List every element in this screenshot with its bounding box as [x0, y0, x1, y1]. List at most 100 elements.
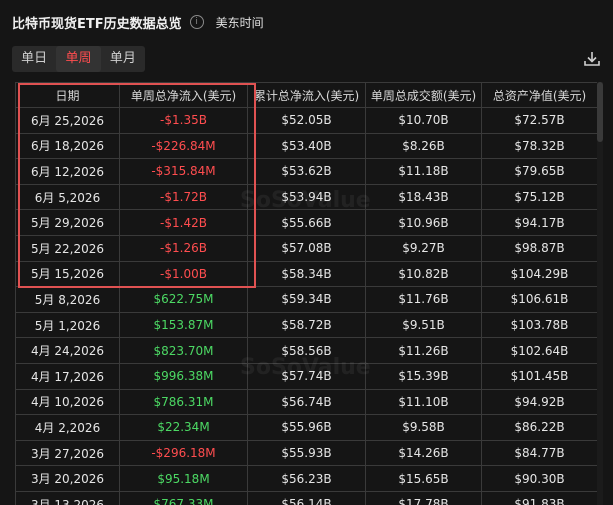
table-row[interactable]: 5月 29,2026 -$1.42B $55.66B $10.96B $94.17B [15, 209, 597, 236]
cell-net-assets: $103.78B [481, 311, 597, 339]
cell-cumulative-net-inflow: $53.40B [247, 132, 366, 160]
cell-cumulative-net-inflow: $56.14B [247, 490, 366, 505]
cell-weekly-volume: $15.39B [365, 362, 482, 390]
download-icon[interactable] [583, 50, 601, 68]
period-tabs: 单日 单周 单月 [12, 46, 145, 72]
cell-weekly-net-inflow: -$1.42B [119, 209, 248, 236]
cell-net-assets: $102.64B [481, 337, 597, 364]
table-row[interactable]: 4月 10,2026 $786.31M $56.74B $11.10B $94.92B [15, 388, 597, 416]
cell-date: 4月 17,2026 [15, 362, 120, 390]
cell-weekly-net-inflow: $622.75M [119, 286, 248, 313]
cell-weekly-volume: $8.26B [365, 132, 482, 160]
cell-date: 6月 5,2026 [15, 183, 120, 211]
cell-net-assets: $72.57B [481, 107, 597, 134]
cell-weekly-net-inflow: $22.34M [119, 414, 248, 441]
cell-weekly-volume: $9.58B [365, 414, 482, 441]
cell-cumulative-net-inflow: $57.74B [247, 362, 366, 390]
table-row[interactable]: 3月 20,2026 $95.18M $56.23B $15.65B $90.30B [15, 465, 597, 492]
cell-net-assets: $104.29B [481, 260, 597, 288]
cell-date: 5月 8,2026 [15, 286, 120, 313]
col-header-weekly-volume[interactable]: 单周总成交额(美元) [365, 82, 482, 108]
cell-weekly-net-inflow: $786.31M [119, 388, 248, 416]
cell-net-assets: $78.32B [481, 132, 597, 160]
cell-weekly-net-inflow: $823.70M [119, 337, 248, 364]
cell-net-assets: $94.17B [481, 209, 597, 236]
cell-weekly-net-inflow: -$1.72B [119, 183, 248, 211]
cell-date: 3月 27,2026 [15, 439, 120, 467]
cell-weekly-volume: $10.96B [365, 209, 482, 236]
cell-date: 4月 2,2026 [15, 414, 120, 441]
col-header-date[interactable]: 日期 [15, 82, 120, 108]
cell-weekly-net-inflow: $767.33M [119, 490, 248, 505]
cell-weekly-volume: $11.26B [365, 337, 482, 364]
cell-date: 3月 13,2026 [15, 490, 120, 505]
cell-date: 6月 25,2026 [15, 107, 120, 134]
table-body: 6月 25,2026 -$1.35B $52.05B $10.70B $72.57B 6月… [15, 107, 597, 505]
timezone-label: 美东时间 [215, 15, 264, 30]
cell-date: 5月 22,2026 [15, 234, 120, 262]
table-row[interactable]: 6月 18,2026 -$226.84M $53.40B $8.26B $78.32B [15, 132, 597, 160]
table-row[interactable]: 6月 5,2026 -$1.72B $53.94B $18.43B $75.12B [15, 183, 597, 211]
cell-weekly-volume: $15.65B [365, 465, 482, 492]
cell-net-assets: $106.61B [481, 286, 597, 313]
cell-net-assets: $91.83B [481, 490, 597, 505]
cell-weekly-volume: $14.26B [365, 439, 482, 467]
table-row[interactable]: 3月 27,2026 -$296.18M $55.93B $14.26B $84.77B [15, 439, 597, 467]
cell-date: 5月 15,2026 [15, 260, 120, 288]
table-row[interactable]: 4月 2,2026 $22.34M $55.96B $9.58B $86.22B [15, 414, 597, 441]
cell-cumulative-net-inflow: $58.72B [247, 311, 366, 339]
cell-net-assets: $98.87B [481, 234, 597, 262]
cell-net-assets: $94.92B [481, 388, 597, 416]
table-row[interactable]: 5月 15,2026 -$1.00B $58.34B $10.82B $104.29B [15, 260, 597, 288]
cell-weekly-net-inflow: -$1.26B [119, 234, 248, 262]
col-header-cumulative-net-inflow[interactable]: 累计总净流入(美元) [247, 82, 366, 108]
cell-date: 6月 12,2026 [15, 158, 120, 185]
cell-weekly-net-inflow: $95.18M [119, 465, 248, 492]
table-row[interactable]: 4月 24,2026 $823.70M $58.56B $11.26B $102.64B [15, 337, 597, 364]
cell-weekly-volume: $10.70B [365, 107, 482, 134]
cell-cumulative-net-inflow: $58.56B [247, 337, 366, 364]
col-header-net-assets[interactable]: 总资产净值(美元) [481, 82, 597, 108]
cell-weekly-volume: $11.18B [365, 158, 482, 185]
header: 比特币现货ETF历史数据总览 i 美东时间 [12, 10, 264, 34]
cell-net-assets: $84.77B [481, 439, 597, 467]
page-title: 比特币现货ETF历史数据总览 [12, 16, 182, 32]
cell-date: 3月 20,2026 [15, 465, 120, 492]
table-row[interactable]: 3月 13,2026 $767.33M $56.14B $17.78B $91.83B [15, 490, 597, 505]
table-row[interactable]: 5月 22,2026 -$1.26B $57.08B $9.27B $98.87B [15, 234, 597, 262]
cell-weekly-net-inflow: -$315.84M [119, 158, 248, 185]
cell-weekly-net-inflow: $153.87M [119, 311, 248, 339]
cell-date: 5月 1,2026 [15, 311, 120, 339]
table-row[interactable]: 6月 25,2026 -$1.35B $52.05B $10.70B $72.57B [15, 107, 597, 134]
cell-date: 4月 10,2026 [15, 388, 120, 416]
table-row[interactable]: 5月 1,2026 $153.87M $58.72B $9.51B $103.78B [15, 311, 597, 339]
cell-weekly-net-inflow: -$1.35B [119, 107, 248, 134]
cell-net-assets: $90.30B [481, 465, 597, 492]
cell-cumulative-net-inflow: $57.08B [247, 234, 366, 262]
etf-history-table-container[interactable]: 日期 单周总净流入(美元) 累计总净流入(美元) 单周总成交额(美元) 总资产净… [15, 82, 597, 505]
etf-history-table: 日期 单周总净流入(美元) 累计总净流入(美元) 单周总成交额(美元) 总资产净… [15, 82, 597, 505]
tab-weekly[interactable]: 单周 [56, 46, 101, 72]
cell-weekly-net-inflow: $996.38M [119, 362, 248, 390]
table-header-row: 日期 单周总净流入(美元) 累计总净流入(美元) 单周总成交额(美元) 总资产净… [15, 82, 597, 108]
cell-weekly-net-inflow: -$226.84M [119, 132, 248, 160]
cell-date: 6月 18,2026 [15, 132, 120, 160]
cell-net-assets: $101.45B [481, 362, 597, 390]
cell-net-assets: $86.22B [481, 414, 597, 441]
cell-weekly-volume: $17.78B [365, 490, 482, 505]
table-row[interactable]: 4月 17,2026 $996.38M $57.74B $15.39B $101.45B [15, 362, 597, 390]
table-row[interactable]: 6月 12,2026 -$315.84M $53.62B $11.18B $79.65B [15, 158, 597, 185]
cell-cumulative-net-inflow: $53.62B [247, 158, 366, 185]
info-icon[interactable]: i [189, 15, 204, 29]
table-row[interactable]: 5月 8,2026 $622.75M $59.34B $11.76B $106.61B [15, 286, 597, 313]
cell-net-assets: $79.65B [481, 158, 597, 185]
col-header-weekly-net-inflow[interactable]: 单周总净流入(美元) [119, 82, 248, 108]
cell-weekly-net-inflow: -$296.18M [119, 439, 248, 467]
tab-monthly[interactable]: 单月 [101, 46, 145, 72]
cell-cumulative-net-inflow: $59.34B [247, 286, 366, 313]
scrollbar-thumb[interactable] [597, 82, 603, 142]
cell-weekly-volume: $10.82B [365, 260, 482, 288]
vertical-scrollbar[interactable] [597, 82, 603, 505]
cell-date: 5月 29,2026 [15, 209, 120, 236]
tab-daily[interactable]: 单日 [12, 46, 56, 72]
